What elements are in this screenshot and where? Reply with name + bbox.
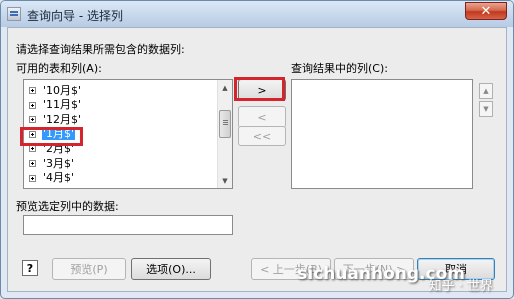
tree-item[interactable]: '3月$' (29, 157, 75, 170)
tree-item-label: '12月$' (43, 112, 82, 126)
scroll-down-icon[interactable]: ▼ (218, 173, 232, 188)
dialog-body: 请选择查询结果所需包含的数据列: 可用的表和列(A): 查询结果中的列(C): … (7, 27, 507, 292)
expand-plus-icon[interactable] (29, 145, 36, 153)
instruction-text: 请选择查询结果所需包含的数据列: (16, 43, 185, 56)
scroll-up-icon[interactable]: ▲ (218, 80, 232, 95)
expand-plus-icon[interactable] (29, 174, 36, 182)
preview-label: 预览选定列中的数据: (16, 200, 119, 213)
preview-button[interactable]: 预览(P) (52, 258, 126, 280)
close-button[interactable]: ✕ (465, 2, 507, 20)
tree-item-label: '11月$' (43, 98, 82, 112)
expand-plus-icon[interactable] (29, 116, 36, 124)
tree-item[interactable]: '2月$' (29, 142, 75, 155)
selected-columns-label: 查询结果中的列(C): (291, 62, 388, 75)
tree-item-label: '1月$' (42, 127, 76, 141)
remove-all-columns-button[interactable]: << (238, 126, 286, 146)
title-bar: 查询向导 - 选择列 ✕ (1, 1, 513, 27)
tree-item[interactable]: '12月$' (29, 113, 82, 126)
remove-column-button[interactable]: < (238, 106, 286, 128)
selected-columns-list[interactable] (291, 79, 473, 189)
tree-item[interactable]: '1月$' (29, 127, 76, 141)
expand-plus-icon[interactable] (29, 130, 36, 138)
tree-item-label: '3月$' (43, 156, 75, 170)
help-icon[interactable]: ? (22, 260, 38, 276)
expand-plus-icon[interactable] (29, 87, 36, 94)
tree-item[interactable]: '11月$' (29, 99, 82, 112)
tree-item[interactable]: '4月$' (29, 172, 75, 185)
available-columns-list[interactable]: '10月$' '11月$' '12月$' '1月$' '2月$' '3月$' '4月$' ▲… (23, 79, 233, 189)
add-column-button[interactable]: > (238, 79, 286, 101)
move-up-icon[interactable]: ▲ (479, 83, 493, 99)
expand-plus-icon[interactable] (29, 101, 36, 109)
available-columns-label: 可用的表和列(A): (16, 62, 102, 75)
tree-item-label: '2月$' (43, 141, 75, 155)
window-title: 查询向导 - 选择列 (27, 9, 123, 23)
query-wizard-window: 查询向导 - 选择列 ✕ 请选择查询结果所需包含的数据列: 可用的表和列(A):… (0, 0, 514, 299)
watermark-subtext: 知乎 · 世界 (428, 279, 493, 294)
expand-plus-icon[interactable] (29, 160, 36, 167)
options-button[interactable]: 选项(O)... (131, 258, 211, 280)
preview-field (23, 215, 233, 235)
tree-item-label: '10月$' (43, 83, 82, 97)
app-icon (7, 7, 21, 21)
tree-item[interactable]: '10月$' (29, 84, 82, 97)
scroll-thumb[interactable] (219, 110, 231, 138)
tree-item-label: '4月$' (43, 171, 75, 185)
vertical-scrollbar[interactable]: ▲ ▼ (217, 80, 232, 188)
move-down-icon[interactable]: ▼ (479, 101, 493, 117)
